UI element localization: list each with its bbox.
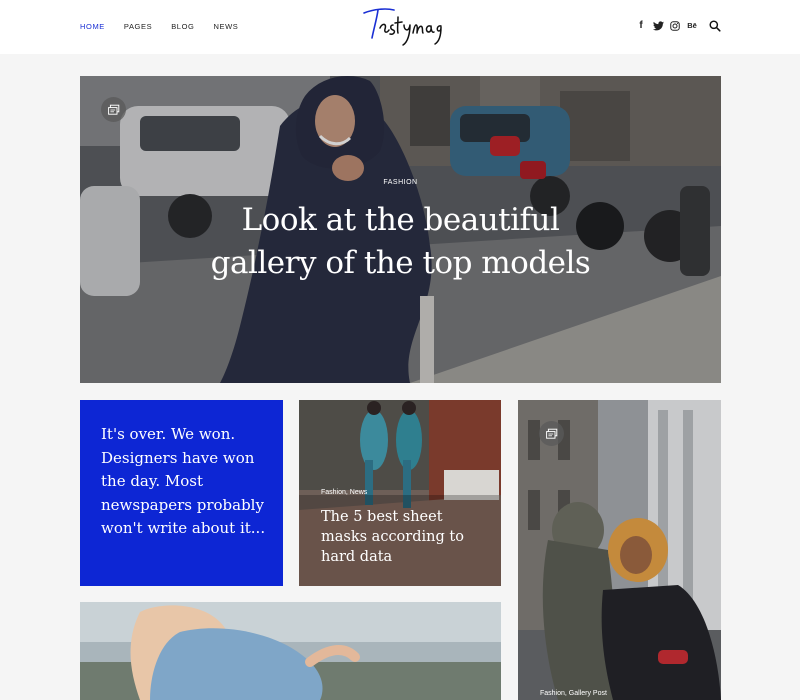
social-links: f Bē (634, 19, 725, 33)
post-category[interactable]: Fashion, News (321, 489, 367, 496)
nav-news[interactable]: NEWS (213, 22, 238, 31)
nav-home[interactable]: HOME (80, 22, 105, 31)
twitter-icon[interactable] (651, 19, 665, 33)
post-card-sheet-masks[interactable]: Fashion, News The 5 best sheet masks acc… (299, 400, 501, 586)
site-logo[interactable] (360, 4, 442, 50)
nav-blog[interactable]: BLOG (171, 22, 194, 31)
post-image (80, 602, 501, 700)
hero-category[interactable]: FASHION (80, 179, 721, 186)
hero-title-line-1: Look at the beautiful (241, 202, 560, 238)
hero-title[interactable]: Look at the beautiful gallery of the top… (80, 199, 721, 285)
search-icon[interactable] (708, 19, 722, 33)
nav-pages[interactable]: PAGES (124, 22, 152, 31)
instagram-icon[interactable] (668, 19, 682, 33)
main-nav: HOME PAGES BLOG NEWS (80, 22, 257, 31)
quote-card[interactable]: It's over. We won. Designers have won th… (80, 400, 283, 586)
post-category[interactable]: Fashion, Gallery Post (540, 690, 607, 697)
facebook-icon[interactable]: f (634, 19, 648, 33)
behance-icon[interactable]: Bē (685, 19, 699, 33)
gallery-icon (539, 421, 564, 446)
post-card-bottom[interactable] (80, 602, 501, 700)
post-title[interactable]: The 5 best sheet masks according to hard… (321, 507, 491, 567)
quote-text: It's over. We won. Designers have won th… (101, 425, 266, 537)
post-card-gallery[interactable]: Fashion, Gallery Post (518, 400, 721, 700)
gallery-icon (101, 97, 126, 122)
hero-title-line-2: gallery of the top models (210, 245, 591, 281)
site-header: HOME PAGES BLOG NEWS f Bē (0, 0, 800, 54)
hero-featured-post[interactable]: FASHION Look at the beautiful gallery of… (80, 76, 721, 383)
